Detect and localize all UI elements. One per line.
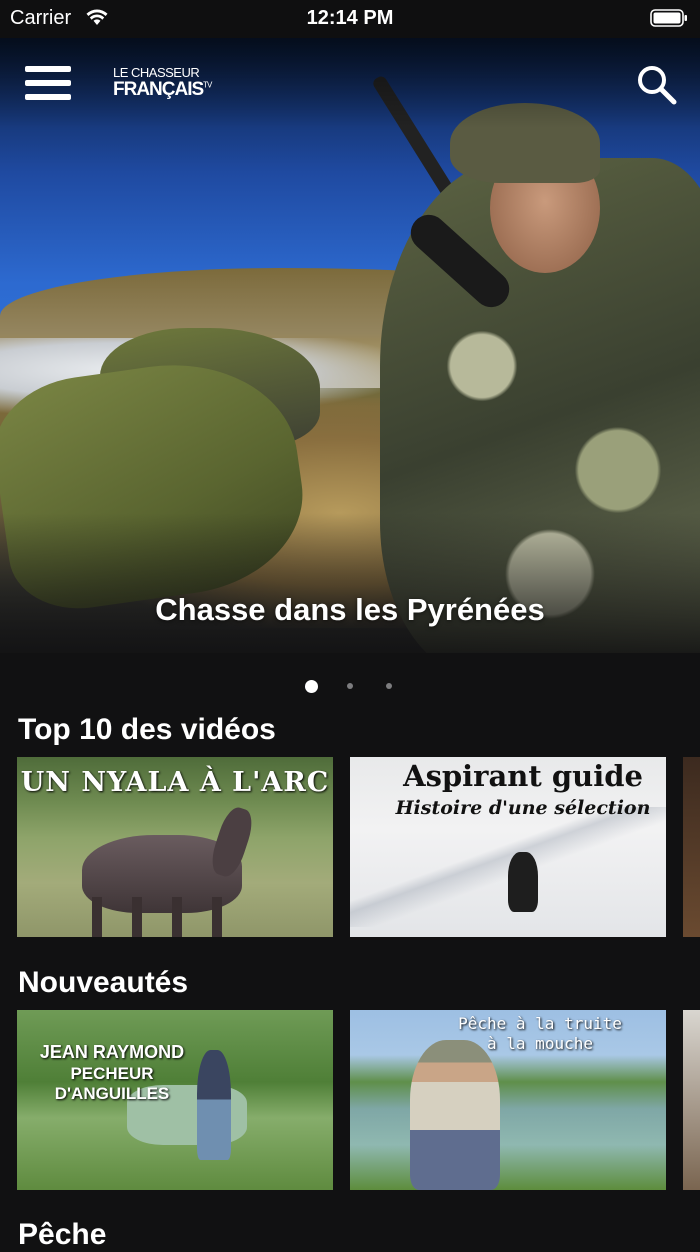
video-card[interactable]: JEAN RAYMOND PECHEUR D'ANGUILLES [17, 1010, 333, 1190]
clock: 12:14 PM [306, 7, 394, 29]
page-dot-1[interactable] [305, 680, 318, 693]
logo-line1: LE CHASSEUR [113, 65, 200, 80]
carousel-page-indicator [0, 680, 700, 694]
video-card[interactable]: UN NYALA À L'ARC [17, 757, 333, 937]
section-title-new: Nouveautés [18, 966, 189, 999]
logo-tv: TV [203, 80, 212, 90]
video-card-subcaption: PECHEUR D'ANGUILLES [54, 1064, 170, 1103]
section-title-top10: Top 10 des vidéos [18, 713, 276, 746]
video-card[interactable]: Pêche à la truite à la mouche [350, 1010, 666, 1190]
page-dot-2[interactable] [347, 683, 353, 689]
app-logo: LE CHASSEUR FRANÇAISTV [113, 65, 212, 100]
video-row-top10[interactable]: UN NYALA À L'ARC Aspirant guide Histoire… [17, 757, 700, 937]
video-row-new[interactable]: JEAN RAYMOND PECHEUR D'ANGUILLES Pêche à… [17, 1010, 700, 1190]
video-card-caption: Pêche à la truite [458, 1014, 622, 1033]
search-icon[interactable] [636, 64, 678, 106]
video-card-caption: JEAN RAYMOND [39, 1042, 185, 1062]
hero-title: Chasse dans les Pyrénées [155, 592, 545, 627]
hamburger-icon-bar [25, 80, 71, 86]
menu-button[interactable] [25, 66, 71, 104]
hamburger-icon-bar [25, 94, 71, 100]
video-card[interactable]: Aspirant guide Histoire d'une sélection [350, 757, 666, 937]
video-card-subcaption: à la mouche [487, 1034, 593, 1053]
video-card-peek[interactable] [683, 757, 700, 937]
hero-banner[interactable] [0, 38, 700, 653]
section-title-fishing: Pêche [18, 1218, 107, 1251]
logo-line2: FRANÇAISTV [113, 79, 212, 100]
video-card-caption: Aspirant guide [403, 759, 643, 793]
video-card-caption: UN NYALA À L'ARC [20, 767, 330, 798]
video-card-subcaption: Histoire d'une sélection [395, 797, 651, 819]
page-dot-3[interactable] [386, 683, 392, 689]
status-bar: Carrier 12:14 PM [0, 0, 700, 38]
battery-icon [650, 9, 687, 27]
video-card-peek[interactable] [683, 1010, 700, 1190]
hamburger-icon-bar [25, 66, 71, 72]
